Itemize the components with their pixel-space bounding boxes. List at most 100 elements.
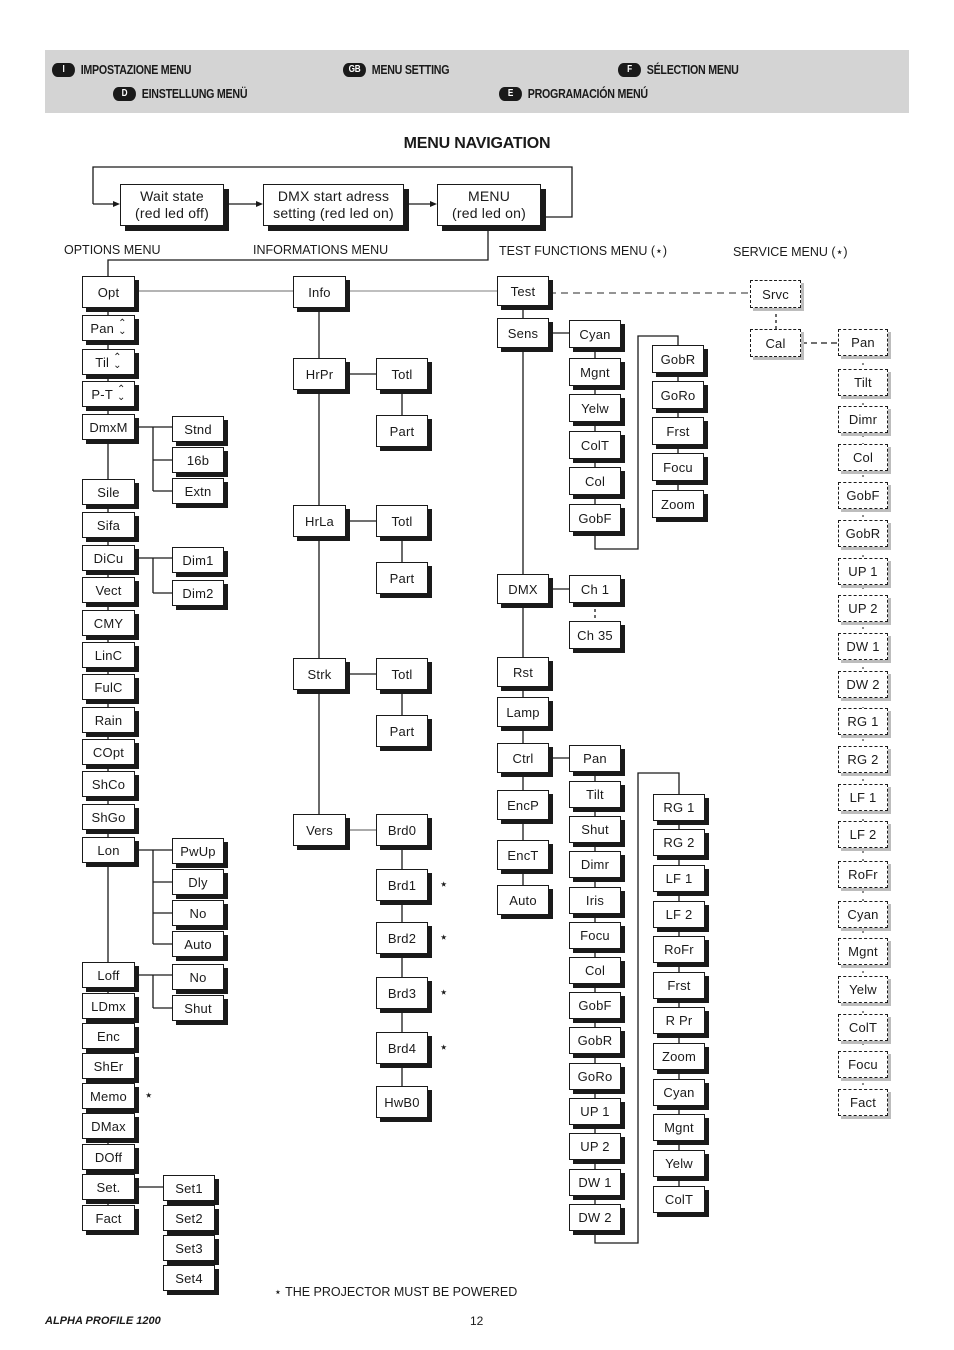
control-test-zoom: Zoom [653, 1043, 705, 1070]
star-icon: ⋆ [439, 876, 449, 893]
flow-menu-line1: MENU [467, 188, 511, 204]
menu-item-label: Brd2 [387, 930, 417, 946]
sensor-test-mgnt: Mgnt [569, 358, 621, 386]
flow-menu: MENU (red led on) [437, 184, 541, 226]
menu-item-label: Ch 35 [577, 627, 613, 643]
control-test-iris: Iris [569, 887, 621, 914]
test-item-lamp: Lamp [497, 697, 549, 727]
control-test-rg-2: RG 2 [653, 829, 705, 856]
control-test-mgnt: Mgnt [653, 1114, 705, 1141]
hrla-counter-part: Part [376, 562, 428, 594]
calibration-item-cyan: Cyan [838, 901, 888, 928]
menu-item-label: Auto [509, 892, 537, 908]
menu-item-label: Ch 1 [580, 581, 610, 597]
dicu-option-dim1: Dim1 [172, 547, 224, 573]
star-icon: ⋆ [144, 1087, 154, 1104]
menu-item-label: Cyan [663, 1085, 695, 1100]
menu-item-label: Sens [507, 325, 539, 341]
info-item-vers: Vers [293, 814, 346, 846]
dmxm-option-16b: 16b [172, 447, 224, 473]
menu-item-label: UP 1 [848, 564, 878, 579]
calibration-item-yelw: Yelw [838, 976, 888, 1003]
calibration-item-tilt: Tilt [838, 369, 888, 396]
menu-item-label: Set3 [175, 1240, 203, 1256]
menu-item-label: RoFr [848, 867, 878, 882]
options-item-enc: Enc [82, 1023, 135, 1049]
menu-item-label: RoFr [664, 942, 694, 957]
menu-item-label: Focu [848, 1057, 878, 1072]
menu-item-label: GobR [845, 526, 881, 541]
hrpr-counter-part: Part [376, 415, 428, 447]
control-test-dw-1: DW 1 [569, 1169, 621, 1196]
menu-item-label: Yelw [849, 982, 877, 997]
menu-item-label: EncT [507, 847, 539, 863]
menu-item-label: DW 1 [846, 639, 880, 654]
menu-item-label: LinC [94, 647, 123, 663]
control-test-frst: Frst [653, 972, 705, 999]
menu-item-label: DiCu [93, 550, 124, 566]
menu-item-label: Sifa [96, 517, 121, 533]
menu-item-label: UP 2 [580, 1139, 610, 1154]
options-item-lon: Lon [82, 837, 135, 863]
menu-item-label: DmxM [89, 419, 128, 435]
calibration-item-focu: Focu [838, 1051, 888, 1078]
menu-item-label: Lon [97, 842, 120, 858]
calibration-item-dimr: Dimr [838, 406, 888, 433]
menu-item-label: Zoom [661, 1049, 697, 1064]
menu-item-label: Lamp [506, 704, 540, 720]
menu-item-label: Set4 [175, 1270, 203, 1286]
menu-item-label: Shut [184, 1000, 212, 1016]
menu-item-label: Part [389, 423, 415, 439]
options-item-memo: Memo [82, 1083, 135, 1109]
menu-item-label: Pan [851, 335, 875, 350]
test-item-rst: Rst [497, 657, 549, 687]
options-item-sile: Sile [82, 479, 135, 505]
star-icon: ⋆ [439, 984, 449, 1001]
menu-item-label: Set1 [175, 1180, 203, 1196]
menu-item-label: Totl [391, 666, 413, 682]
menu-item-label: Col [852, 450, 874, 465]
menu-item-label: HrLa [305, 513, 334, 529]
menu-item-label: Frst [667, 978, 691, 993]
control-test-rg-1: RG 1 [653, 794, 705, 821]
menu-item-label: Totl [391, 513, 413, 529]
menu-item-label: ShEr [93, 1058, 124, 1074]
menu-item-label: CMY [93, 615, 124, 631]
menu-item-label: Brd1 [387, 877, 417, 893]
menu-item-label: Srvc [762, 286, 789, 302]
control-test-rofr: RoFr [653, 936, 705, 963]
lon-option-dly: Dly [172, 869, 224, 895]
menu-item-label: ShCo [91, 776, 126, 792]
options-item-vect: Vect [82, 577, 135, 603]
menu-item-label: RG 2 [663, 835, 695, 850]
menu-item-label: Enc [96, 1028, 120, 1044]
menu-item-label: Auto [184, 936, 212, 952]
menu-item-label: RG 1 [663, 800, 695, 815]
control-test-focu: Focu [569, 922, 621, 949]
section-label-informations: INFORMATIONS MENU [253, 243, 389, 257]
calibration-item-lf-2: LF 2 [838, 821, 888, 848]
version-board-brd2: Brd2 [376, 922, 428, 954]
menu-item-label: Dimr [848, 412, 878, 427]
control-test-pan: Pan [569, 745, 621, 772]
menu-item-label: Vers [306, 822, 333, 838]
menu-item-label: Dim1 [182, 552, 214, 568]
menu-item-label: PwUp [180, 843, 216, 859]
dmx-channel-ch-35: Ch 35 [569, 621, 621, 649]
menu-item-label: HrPr [305, 366, 334, 382]
calibration-item-dw-1: DW 1 [838, 633, 888, 660]
menu-item-label: Dim2 [182, 585, 214, 601]
up-down-icon: ⌃ ⌄ [118, 319, 127, 337]
set-option-set3: Set3 [163, 1235, 215, 1261]
lon-option-pwup: PwUp [172, 838, 224, 864]
menu-item-label: Cyan [847, 907, 879, 922]
menu-item-label: Set. [96, 1179, 121, 1195]
options-item-set: Set. [82, 1174, 135, 1200]
menu-item-label: Opt [97, 284, 120, 300]
options-item-sher: ShEr [82, 1053, 135, 1079]
version-board-brd4: Brd4 [376, 1032, 428, 1064]
control-test-gobr: GobR [569, 1027, 621, 1054]
control-test-shut: Shut [569, 816, 621, 843]
menu-item-label: Info [308, 284, 331, 300]
sensor-test-zoom: Zoom [652, 490, 704, 518]
